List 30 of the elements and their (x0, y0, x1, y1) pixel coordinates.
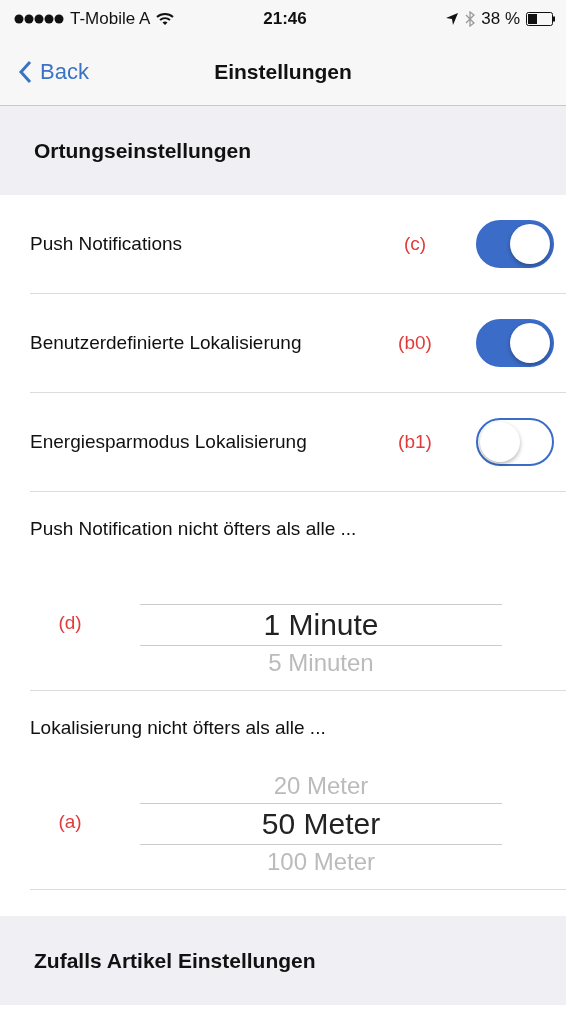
picker-option[interactable]: 1 Minute (140, 604, 502, 646)
back-button[interactable]: Back (0, 58, 89, 85)
setting-label: Benutzerdefinierte Lokalisierung (30, 332, 303, 354)
picker-wheel[interactable]: 1 Minute 5 Minuten (140, 570, 502, 680)
toggle-switch[interactable] (476, 220, 554, 268)
annotation-label: (b0) (397, 332, 433, 354)
annotation-label: (b1) (397, 431, 433, 453)
annotation-label: (d) (57, 611, 83, 634)
signal-icon (14, 14, 64, 24)
battery-icon (526, 12, 556, 26)
wifi-icon (156, 12, 175, 26)
setting-label: Push Notifications (30, 233, 184, 255)
setting-label: Lokalisierung nicht öfters als alle ... (30, 716, 327, 739)
carrier-name: T-Mobile A (70, 9, 151, 29)
setting-label: Energiesparmodus Lokalisierung (30, 431, 308, 453)
setting-label: Push Notification nicht öfters als alle ... (30, 517, 358, 540)
bluetooth-icon (465, 11, 476, 27)
location-arrow-icon (445, 12, 460, 26)
screen-title: Einstellungen (214, 59, 352, 83)
annotation-label: (c) (402, 233, 428, 255)
annotation-label: (a) (57, 810, 83, 833)
clock-time: 21:46 (263, 9, 307, 29)
toggle-switch[interactable] (476, 319, 554, 367)
section-header: Zufalls Artikel Einstellungen (34, 948, 316, 973)
picker-wheel[interactable]: 20 Meter 50 Meter 100 Meter (140, 769, 502, 879)
section-header: Ortungseinstellungen (34, 138, 251, 163)
chevron-left-icon (18, 59, 32, 84)
toggle-switch[interactable] (476, 418, 554, 466)
picker-option[interactable]: 50 Meter (140, 803, 502, 845)
battery-percent: 38 % (481, 9, 520, 29)
